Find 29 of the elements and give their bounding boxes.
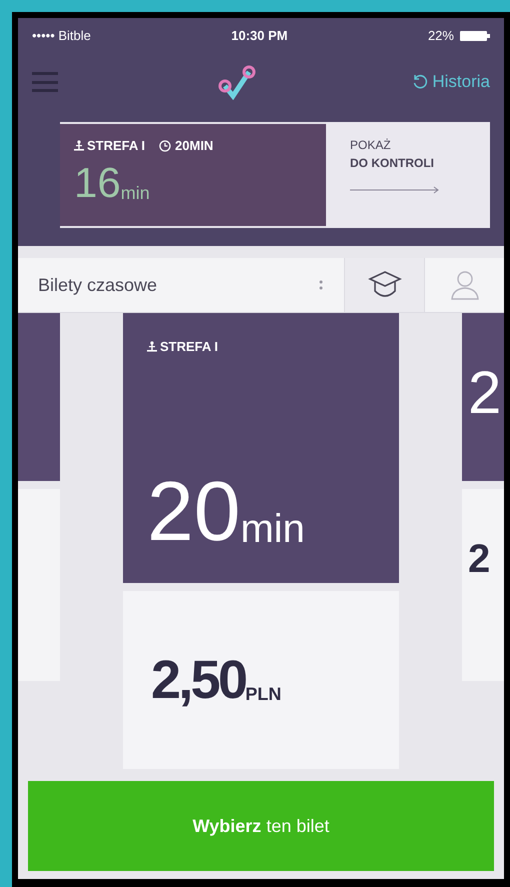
ticket-currency: PLN xyxy=(245,685,282,703)
ticket-price: 2,50 xyxy=(151,653,246,707)
remaining-time: 16 xyxy=(74,162,121,204)
zone-label: STREFA I xyxy=(87,137,146,155)
show-action: DO KONTROLI xyxy=(350,155,434,172)
person-icon xyxy=(450,269,480,301)
show-label: POKAŻ xyxy=(350,137,391,154)
clock-label: 10:30 PM xyxy=(231,27,288,46)
clock-icon xyxy=(159,140,172,152)
history-link[interactable]: Historia xyxy=(412,69,490,95)
next-ticket-duration: 2 xyxy=(468,359,502,426)
logo-icon xyxy=(217,64,258,100)
discount-option[interactable] xyxy=(344,258,424,312)
remaining-unit: min xyxy=(120,184,150,202)
carrier-label: ••••• Bitble xyxy=(32,27,91,46)
ticket-duration: 20 xyxy=(147,469,240,553)
duration-label: 20MIN xyxy=(175,137,214,155)
show-to-inspector-button[interactable]: POKAŻ DO KONTROLI xyxy=(326,122,490,228)
ticket-type-select[interactable]: Bilety czasowe xyxy=(18,258,344,312)
sort-icon xyxy=(318,279,324,291)
battery-icon xyxy=(460,30,490,42)
zone-label: STREFA I xyxy=(160,338,218,356)
next-ticket-price: 2 xyxy=(468,537,490,581)
anchor-icon xyxy=(147,341,157,352)
ticket-duration-unit: min xyxy=(240,509,305,549)
anchor-icon xyxy=(74,140,84,152)
arrow-icon xyxy=(350,186,440,194)
battery-percent: 22% xyxy=(428,27,454,46)
history-icon xyxy=(412,74,428,90)
